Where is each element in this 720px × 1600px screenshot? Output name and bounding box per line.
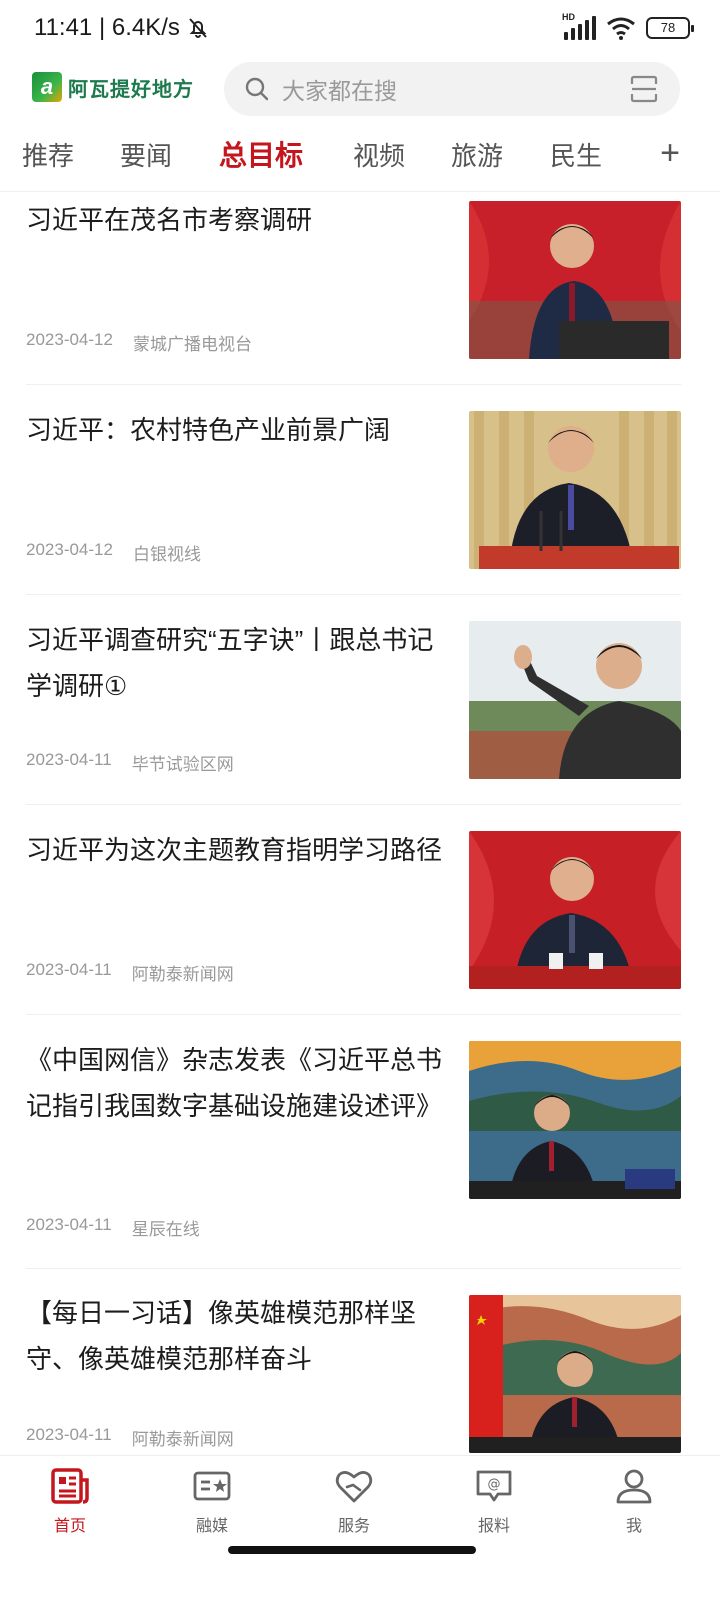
app-header: a 阿瓦提好地方 大家都在搜 (0, 60, 720, 120)
divider (26, 804, 681, 805)
divider (26, 1014, 681, 1015)
article-thumbnail[interactable] (469, 621, 681, 779)
article-thumbnail[interactable] (469, 411, 681, 569)
article-source: 阿勒泰新闻网 (131, 965, 234, 984)
search-bar[interactable]: 大家都在搜 (224, 62, 680, 116)
battery-level: 78 (660, 20, 676, 35)
divider (26, 594, 681, 595)
article-meta: 2023-04-11 阿勒泰新闻网 (26, 1425, 234, 1450)
search-icon (245, 77, 269, 101)
nav-service[interactable]: 服务 (304, 1466, 404, 1536)
nav-report-label: 报料 (477, 1518, 510, 1535)
tab-livelihood[interactable]: 民生 (550, 136, 602, 173)
status-left: 11:41 | 6.4K/s (34, 14, 210, 42)
article-meta: 2023-04-11 阿勒泰新闻网 (26, 960, 234, 985)
article-thumbnail[interactable] (469, 1295, 681, 1453)
hd-signal-icon: HD (562, 12, 596, 40)
scan-icon[interactable] (630, 75, 658, 103)
tab-headlines[interactable]: 要闻 (120, 136, 172, 173)
article-title[interactable]: 《中国网信》杂志发表《习近平总书记指引我国数字基础设施建设述评》 (26, 1037, 446, 1129)
article-source: 阿勒泰新闻网 (131, 1430, 234, 1449)
nav-home-label: 首页 (53, 1518, 86, 1535)
article-thumbnail[interactable] (469, 831, 681, 989)
nav-media[interactable]: 融媒 (162, 1466, 262, 1536)
article-title[interactable]: 习近平在茂名市考察调研 (26, 197, 446, 243)
article-date: 2023-04-12 (26, 540, 113, 559)
tab-video[interactable]: 视频 (353, 136, 405, 173)
battery-icon: 78 (646, 17, 694, 39)
article-date: 2023-04-11 (26, 1215, 112, 1234)
news-feed[interactable]: 习近平在茂名市考察调研 2023-04-12 蒙城广播电视台 习近平：农村特色产… (0, 193, 720, 1455)
divider (26, 384, 681, 385)
media-icon (193, 1471, 231, 1501)
status-bar: 11:41 | 6.4K/s HD 78 (0, 0, 720, 60)
channel-tabs: 推荐 要闻 总目标 视频 旅游 民生 + (0, 128, 720, 192)
article-source: 白银视线 (132, 545, 201, 564)
status-time-speed: 11:41 | 6.4K/s (34, 14, 180, 41)
article-source: 蒙城广播电视台 (132, 335, 252, 354)
add-channel-button[interactable]: + (660, 134, 680, 173)
article-title[interactable]: 【每日一习话】像英雄模范那样坚守、像英雄模范那样奋斗 (26, 1290, 446, 1382)
tab-recommend[interactable]: 推荐 (22, 136, 74, 173)
status-right: HD 78 (562, 12, 694, 40)
logo-mark-icon: a (32, 72, 62, 102)
divider (26, 1268, 681, 1269)
report-icon: @ (476, 1470, 512, 1502)
logo-text: 阿瓦提好地方 (68, 78, 194, 101)
article-date: 2023-04-12 (26, 330, 113, 349)
nav-home[interactable]: 首页 (20, 1466, 120, 1536)
article-source: 星辰在线 (131, 1220, 200, 1239)
article-thumbnail[interactable] (469, 1041, 681, 1199)
article-date: 2023-04-11 (26, 960, 112, 979)
article-title[interactable]: 习近平调查研究“五字诀”丨跟总书记学调研① (26, 617, 446, 709)
heart-service-icon (335, 1471, 373, 1503)
nav-media-label: 融媒 (195, 1518, 228, 1535)
search-placeholder: 大家都在搜 (282, 78, 397, 104)
tab-general-goal[interactable]: 总目标 (219, 134, 303, 174)
svg-text:@: @ (488, 1477, 501, 1492)
app-logo[interactable]: a 阿瓦提好地方 (32, 72, 194, 102)
nav-me-label: 我 (625, 1518, 642, 1535)
article-meta: 2023-04-11 星辰在线 (26, 1215, 200, 1240)
bottom-nav: 首页 融媒 服务 @ 报料 我 (0, 1455, 720, 1600)
article-title[interactable]: 习近平：农村特色产业前景广阔 (26, 407, 446, 453)
article-source: 毕节试验区网 (131, 755, 234, 774)
article-title[interactable]: 习近平为这次主题教育指明学习路径 (26, 827, 446, 873)
nav-service-label: 服务 (337, 1518, 370, 1535)
article-meta: 2023-04-12 白银视线 (26, 540, 201, 565)
bell-off-icon (189, 18, 207, 38)
tab-travel[interactable]: 旅游 (451, 136, 503, 173)
nav-report[interactable]: @ 报料 (444, 1466, 544, 1536)
article-meta: 2023-04-12 蒙城广播电视台 (26, 330, 252, 355)
user-icon (616, 1469, 652, 1504)
article-thumbnail[interactable] (469, 201, 681, 359)
home-indicator[interactable] (228, 1546, 476, 1554)
nav-me[interactable]: 我 (584, 1466, 684, 1536)
article-date: 2023-04-11 (26, 750, 112, 769)
wifi-icon (607, 17, 635, 40)
article-date: 2023-04-11 (26, 1425, 112, 1444)
article-meta: 2023-04-11 毕节试验区网 (26, 750, 234, 775)
newspaper-icon (51, 1468, 89, 1504)
